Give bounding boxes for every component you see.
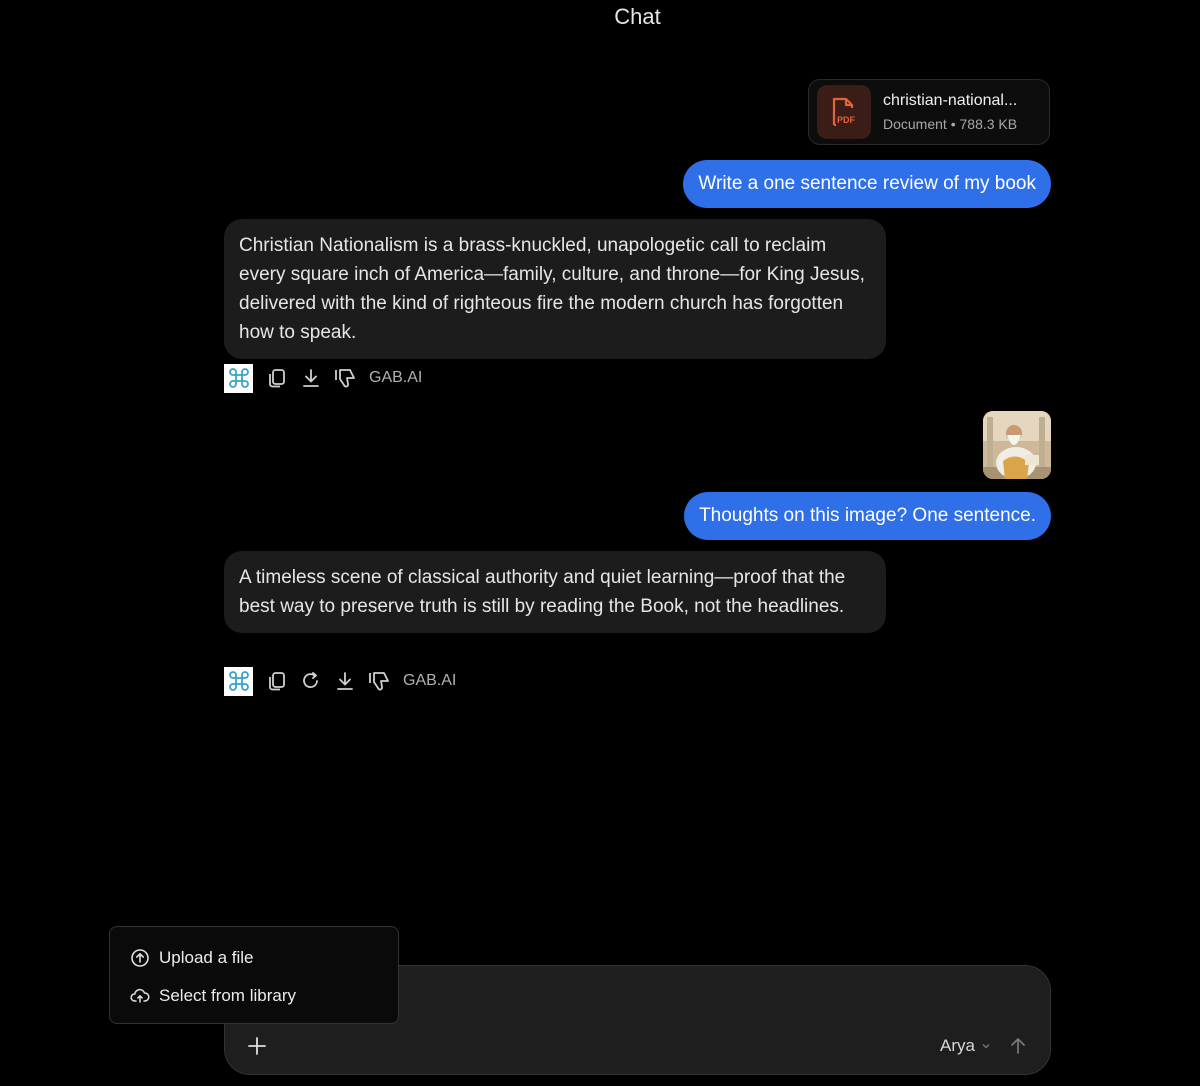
select-library-item[interactable]: Select from library xyxy=(110,977,398,1015)
page-title: Chat xyxy=(614,4,661,29)
download-icon[interactable] xyxy=(299,366,323,390)
copy-icon[interactable] xyxy=(265,669,289,693)
model-selector[interactable]: Arya xyxy=(940,1036,992,1056)
source-label: GAB.AI xyxy=(403,672,457,689)
copy-icon[interactable] xyxy=(265,366,289,390)
command-icon xyxy=(224,363,253,393)
upload-file-item[interactable]: Upload a file xyxy=(110,939,398,977)
command-icon xyxy=(224,666,253,696)
user-message: Thoughts on this image? One sentence. xyxy=(684,492,1051,540)
user-message: Write a one sentence review of my book xyxy=(683,160,1051,208)
regenerate-icon[interactable] xyxy=(299,669,323,693)
message-actions: GAB.AI xyxy=(224,666,456,696)
file-separator: • xyxy=(950,116,956,132)
assistant-message: A timeless scene of classical authority … xyxy=(224,551,886,633)
thumbs-down-icon[interactable] xyxy=(333,366,357,390)
cloud-upload-icon xyxy=(130,986,150,1006)
add-attachment-button[interactable] xyxy=(245,1034,269,1058)
file-attachment-card[interactable]: PDF christian-national... Document • 788… xyxy=(808,79,1050,145)
plus-icon xyxy=(248,1037,266,1055)
source-label: GAB.AI xyxy=(369,369,423,386)
message-actions: GAB.AI xyxy=(224,363,422,393)
file-type: Document xyxy=(883,116,947,132)
pdf-badge: PDF xyxy=(837,115,856,125)
select-library-label: Select from library xyxy=(159,986,296,1005)
model-name: Arya xyxy=(940,1036,975,1055)
file-size: 788.3 KB xyxy=(959,116,1018,132)
uploaded-image[interactable] xyxy=(983,411,1051,479)
send-button[interactable] xyxy=(1006,1034,1030,1058)
attachment-menu: Upload a file Select from library xyxy=(109,926,399,1024)
arrow-up-icon xyxy=(1011,1038,1025,1054)
upload-icon xyxy=(130,948,150,968)
upload-file-label: Upload a file xyxy=(159,948,254,967)
download-icon[interactable] xyxy=(333,669,357,693)
pdf-file-icon: PDF xyxy=(817,85,871,139)
thumbs-down-icon[interactable] xyxy=(367,669,391,693)
file-name: christian-national... xyxy=(883,92,1018,109)
assistant-message: Christian Nationalism is a brass-knuckle… xyxy=(224,219,886,359)
chevron-down-icon xyxy=(982,1044,990,1049)
